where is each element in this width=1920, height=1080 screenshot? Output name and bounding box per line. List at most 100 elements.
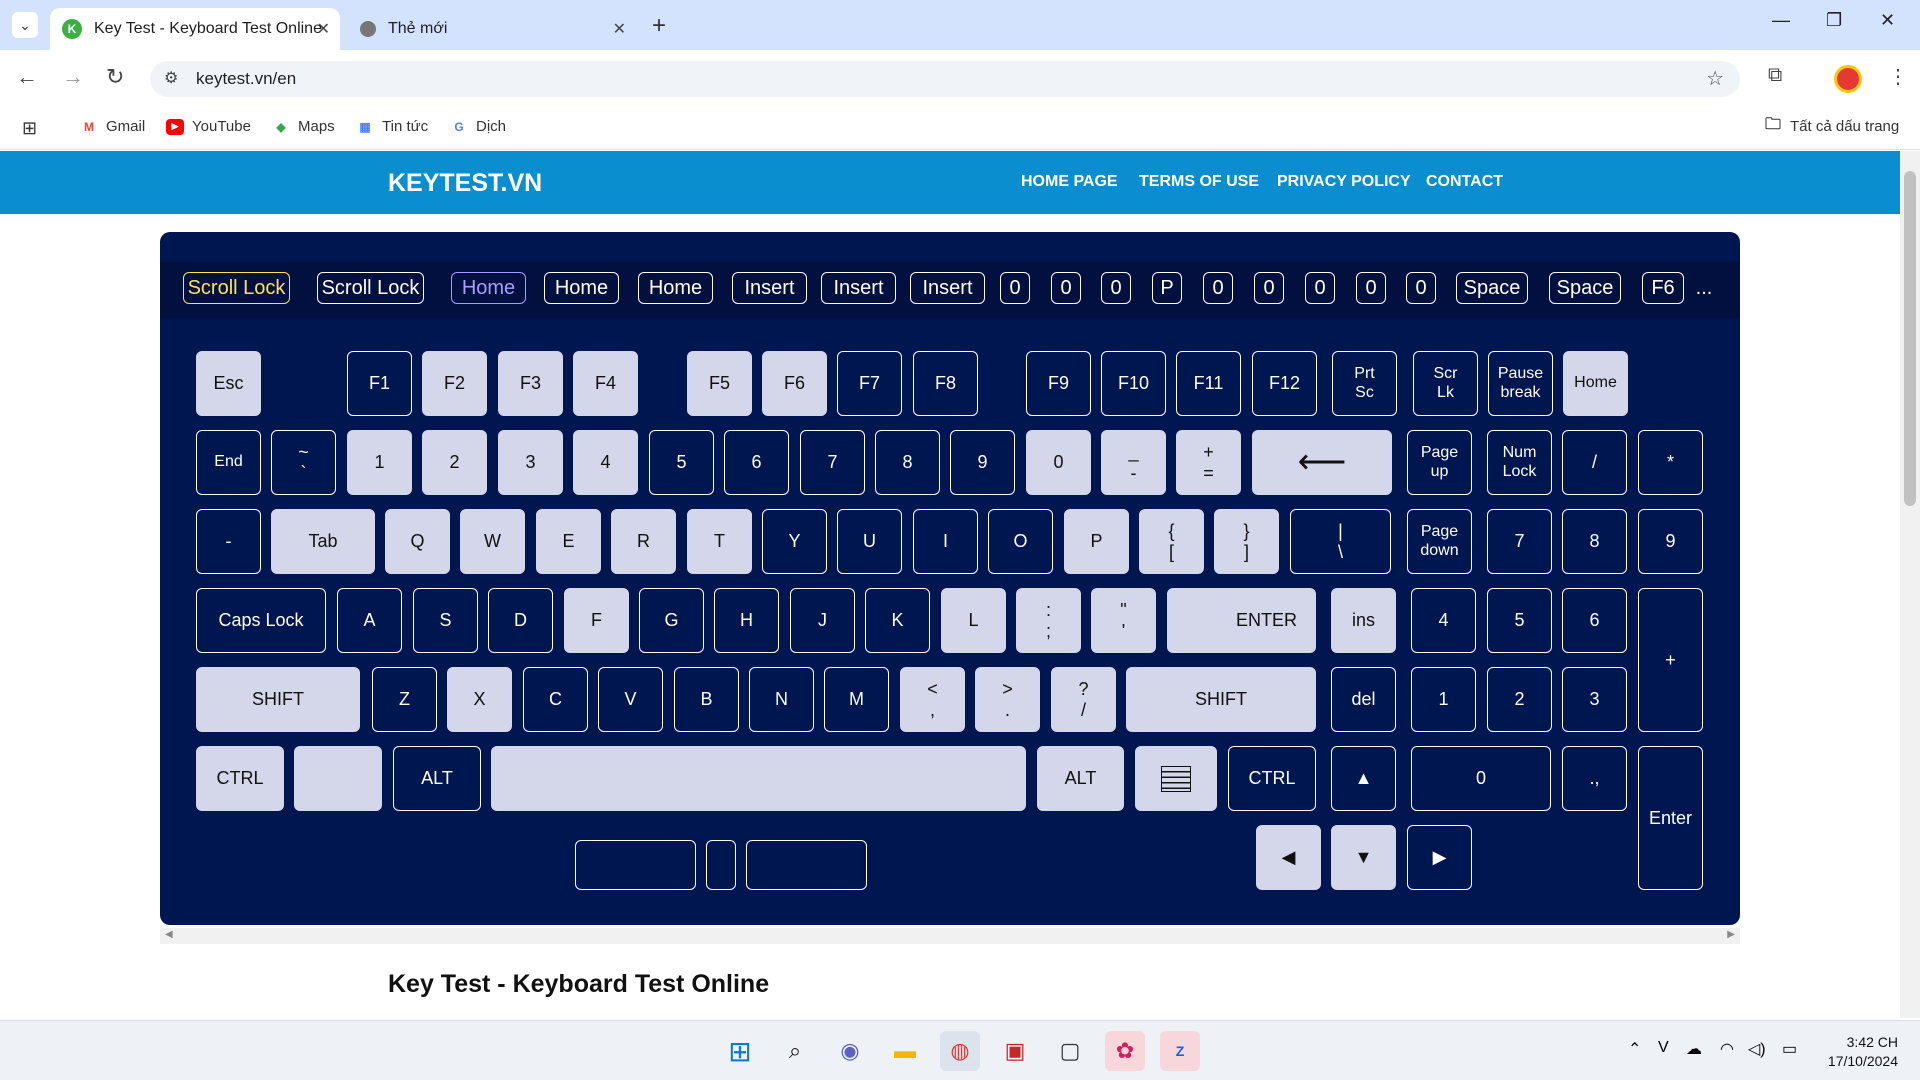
key-f1[interactable]: F1 <box>347 351 412 416</box>
key-f11[interactable]: F11 <box>1176 351 1241 416</box>
reload-icon[interactable]: ↻ <box>106 64 124 90</box>
scroll-right-icon[interactable]: ▶ <box>1727 929 1735 940</box>
key-numpad-enter[interactable]: Enter <box>1638 746 1703 890</box>
meet-icon[interactable]: ◉ <box>830 1031 870 1071</box>
key-minus[interactable]: _ - <box>1101 430 1166 495</box>
key-numpad-9[interactable]: 9 <box>1638 509 1703 574</box>
key-caps-lock[interactable]: Caps Lock <box>196 588 326 653</box>
key-numpad-dot[interactable]: ., <box>1562 746 1627 811</box>
key-numpad-3[interactable]: 3 <box>1562 667 1627 732</box>
key-left-ctrl[interactable]: CTRL <box>196 746 284 811</box>
key-2[interactable]: 2 <box>422 430 487 495</box>
key-numpad-1[interactable]: 1 <box>1411 667 1476 732</box>
bookmark-gmail[interactable]: M Gmail <box>80 118 145 135</box>
key-semicolon[interactable]: :; <box>1016 588 1081 653</box>
key-z[interactable]: Z <box>372 667 437 732</box>
key-page-down[interactable]: Page down <box>1407 509 1472 574</box>
key-space[interactable] <box>491 746 1026 811</box>
key-h[interactable]: H <box>714 588 779 653</box>
key-numpad-2[interactable]: 2 <box>1487 667 1552 732</box>
site-logo[interactable]: KEYTEST.VN <box>388 169 542 198</box>
nav-terms[interactable]: TERMS OF USE <box>1139 173 1259 191</box>
nav-home[interactable]: HOME PAGE <box>1021 173 1118 191</box>
key-numpad-6[interactable]: 6 <box>1562 588 1627 653</box>
key-5[interactable]: 5 <box>649 430 714 495</box>
vpn-icon[interactable]: V <box>1658 1039 1669 1057</box>
wifi-icon[interactable]: ◠ <box>1720 1039 1734 1059</box>
key-num-lock[interactable]: Num Lock <box>1487 430 1552 495</box>
bookmark-maps[interactable]: ◆ Maps <box>272 118 334 135</box>
key-p[interactable]: P <box>1064 509 1129 574</box>
page-scrollbar[interactable] <box>1900 151 1920 1018</box>
key-numpad-multiply[interactable]: * <box>1638 430 1703 495</box>
colorful-app-icon[interactable]: ✿ <box>1105 1031 1145 1071</box>
key-enter[interactable]: ENTER <box>1167 588 1316 653</box>
key-backslash[interactable]: | \ <box>1290 509 1391 574</box>
nav-contact[interactable]: CONTACT <box>1426 173 1503 191</box>
key-slash[interactable]: ? / <box>1051 667 1116 732</box>
key-g[interactable]: G <box>639 588 704 653</box>
key-numpad-minus[interactable]: - <box>196 509 261 574</box>
key-f[interactable]: F <box>564 588 629 653</box>
key-right-alt[interactable]: ALT <box>1037 746 1124 811</box>
key-q[interactable]: Q <box>385 509 450 574</box>
key-y[interactable]: Y <box>762 509 827 574</box>
restore-icon[interactable]: ❐ <box>1826 10 1842 31</box>
key-l[interactable]: L <box>941 588 1006 653</box>
menu-icon[interactable]: ⋮ <box>1888 64 1908 89</box>
key-period[interactable]: >. <box>975 667 1040 732</box>
key-a[interactable]: A <box>337 588 402 653</box>
address-bar[interactable]: ⚙ keytest.vn/en ☆ <box>150 61 1740 97</box>
key-3[interactable]: 3 <box>498 430 563 495</box>
key-f3[interactable]: F3 <box>498 351 563 416</box>
bookmark-youtube[interactable]: ▶ YouTube <box>166 118 251 135</box>
key-left-shift[interactable]: SHIFT <box>196 667 360 732</box>
key-arrow-down[interactable]: ▼ <box>1331 825 1396 890</box>
key-f9[interactable]: F9 <box>1026 351 1091 416</box>
battery-icon[interactable]: ▭ <box>1782 1039 1797 1059</box>
key-b[interactable]: B <box>674 667 739 732</box>
key-f8[interactable]: F8 <box>913 351 978 416</box>
key-pause-break[interactable]: Pause break <box>1488 351 1553 416</box>
key-tilde[interactable]: ~ ` <box>271 430 336 495</box>
key-f12[interactable]: F12 <box>1252 351 1317 416</box>
close-icon[interactable]: ✕ <box>613 19 626 39</box>
key-right-bracket[interactable]: }] <box>1214 509 1279 574</box>
extensions-icon[interactable]: ⧉ <box>1768 64 1782 87</box>
tab-search-button[interactable]: ⌄ <box>12 12 38 38</box>
key-f6[interactable]: F6 <box>762 351 827 416</box>
close-icon[interactable]: ✕ <box>317 19 330 39</box>
key-4[interactable]: 4 <box>573 430 638 495</box>
key-arrow-up[interactable]: ▲ <box>1331 746 1396 811</box>
key-numpad-4[interactable]: 4 <box>1411 588 1476 653</box>
key-right-shift[interactable]: SHIFT <box>1126 667 1316 732</box>
cloud-icon[interactable]: ☁ <box>1686 1039 1702 1059</box>
key-d[interactable]: D <box>488 588 553 653</box>
new-tab-button[interactable]: + <box>652 12 666 40</box>
key-quote[interactable]: " ' <box>1091 588 1156 653</box>
tray-chevron-icon[interactable]: ⌃ <box>1628 1039 1641 1059</box>
key-f10[interactable]: F10 <box>1101 351 1166 416</box>
key-m[interactable]: M <box>824 667 889 732</box>
key-scroll-lock[interactable]: Scr Lk <box>1413 351 1478 416</box>
key-6[interactable]: 6 <box>724 430 789 495</box>
key-arrow-left[interactable]: ◀ <box>1256 825 1321 890</box>
bookmark-news[interactable]: ▦ Tin tức <box>356 118 428 135</box>
app-icon[interactable]: ▢ <box>1050 1031 1090 1071</box>
key-0[interactable]: 0 <box>1026 430 1091 495</box>
key-print-screen[interactable]: Prt Sc <box>1332 351 1397 416</box>
key-8[interactable]: 8 <box>875 430 940 495</box>
key-1[interactable]: 1 <box>347 430 412 495</box>
search-icon[interactable]: ⌕ <box>775 1031 815 1071</box>
bookmark-translate[interactable]: G Dịch <box>450 118 506 135</box>
key-v[interactable]: V <box>598 667 663 732</box>
file-explorer-icon[interactable]: ▬ <box>885 1031 925 1071</box>
horizontal-scrollbar[interactable]: ◀ ▶ <box>160 928 1740 944</box>
key-page-up[interactable]: Page up <box>1407 430 1472 495</box>
key-tab[interactable]: Tab <box>271 509 375 574</box>
apps-icon[interactable]: ⊞ <box>22 118 37 139</box>
key-arrow-right[interactable]: ▶ <box>1407 825 1472 890</box>
scroll-thumb[interactable] <box>1904 171 1916 506</box>
key-u[interactable]: U <box>837 509 902 574</box>
key-end[interactable]: End <box>196 430 261 495</box>
